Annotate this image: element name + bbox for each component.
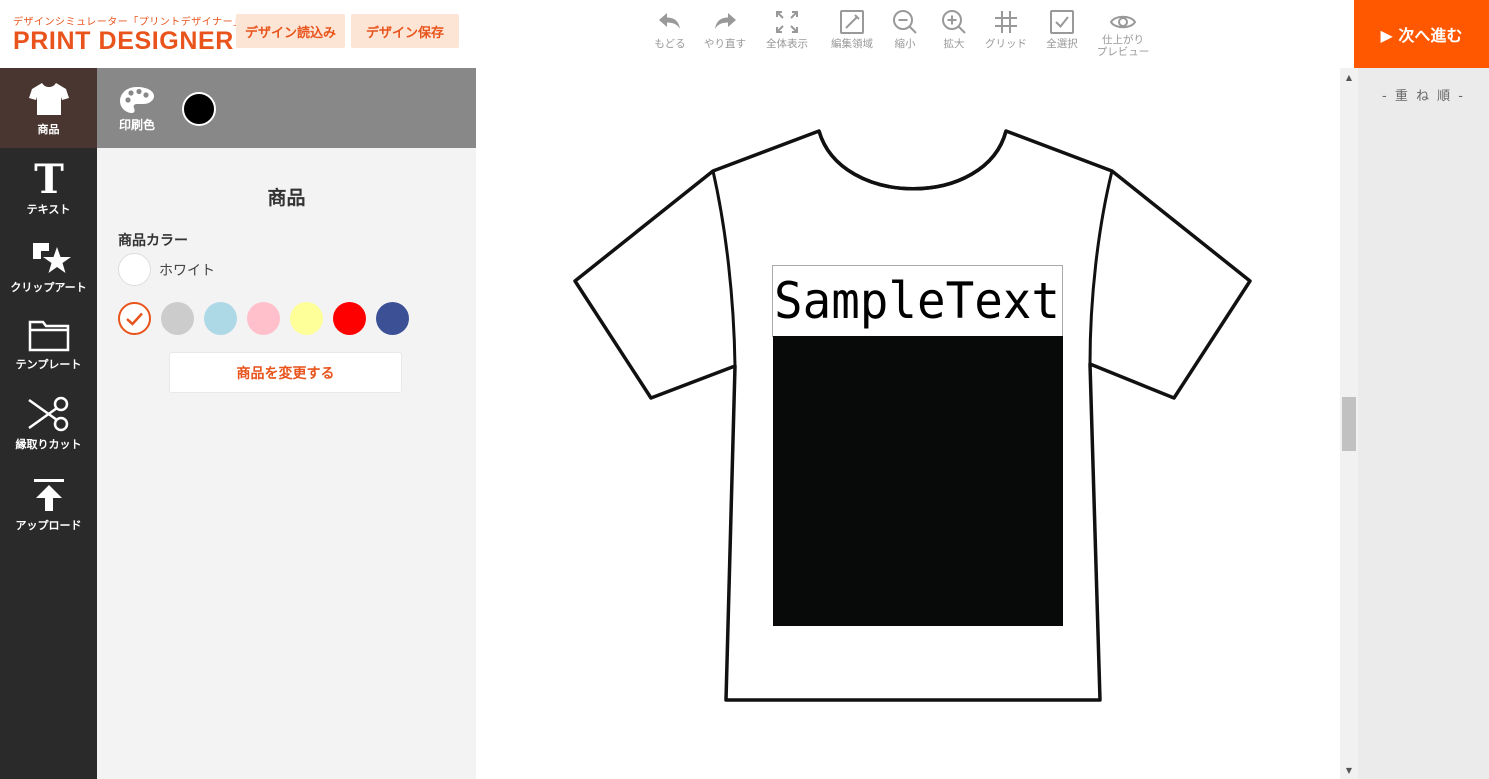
zoom-in-button[interactable]: 拡大 xyxy=(930,8,978,64)
nav-label-cutout: 縁取りカット xyxy=(15,438,82,451)
zoom-out-button[interactable]: 縮小 xyxy=(880,8,930,64)
color-swatch[interactable] xyxy=(376,302,409,335)
preview-button[interactable]: 仕上がり プレビュー xyxy=(1090,8,1156,64)
change-product-button[interactable]: 商品を変更する xyxy=(169,352,402,393)
load-design-button[interactable]: デザイン読込み xyxy=(236,14,345,48)
design-black-block[interactable] xyxy=(773,336,1063,626)
canvas-scrollbar[interactable]: ▲ ▼ xyxy=(1340,68,1358,779)
nav-item-product[interactable]: 商品 xyxy=(0,68,97,148)
print-color-bar: 印刷色 xyxy=(97,68,476,148)
fit-view-label: 全体表示 xyxy=(766,38,808,50)
tshirt-mockup: SampleText xyxy=(573,129,1252,702)
nav-item-text[interactable]: T テキスト xyxy=(0,148,97,228)
scissors-icon xyxy=(27,396,68,432)
design-canvas[interactable]: SampleText xyxy=(476,68,1340,779)
redo-label: やり直す xyxy=(704,38,746,50)
svg-text:T: T xyxy=(34,159,64,199)
print-color-label: 印刷色 xyxy=(118,118,155,132)
logo[interactable]: デザインシミュレーター「プリントデザイナー」 PRINT DESIGNER xyxy=(13,13,244,56)
scroll-down-arrow-icon[interactable]: ▼ xyxy=(1340,763,1358,777)
toolbar: もどる やり直す 全体表示 編集領域 縮小 拡大 グリッド 全選択 仕上がり プ… xyxy=(640,8,1156,64)
zoom-in-icon xyxy=(942,10,966,34)
check-icon xyxy=(126,312,143,326)
nav-label-text: テキスト xyxy=(26,203,71,216)
nav-item-template[interactable]: テンプレート xyxy=(0,304,97,382)
zoom-out-label: 縮小 xyxy=(894,38,916,50)
nav-item-clipart[interactable]: クリップアート xyxy=(0,228,97,304)
folder-icon xyxy=(28,320,69,352)
layer-order-title: - 重 ね 順 - xyxy=(1382,89,1465,104)
current-color-swatch xyxy=(118,253,151,286)
tshirt-icon xyxy=(28,83,69,115)
header: デザインシミュレーター「プリントデザイナー」 PRINT DESIGNER デザ… xyxy=(0,0,1489,68)
nav-item-cutout[interactable]: 縁取りカット xyxy=(0,382,97,464)
undo-button[interactable]: もどる xyxy=(640,8,700,64)
current-color-name: ホワイト xyxy=(159,262,215,279)
color-swatches xyxy=(118,302,419,335)
select-all-label: 全選択 xyxy=(1046,38,1078,50)
scrollbar-thumb[interactable] xyxy=(1342,397,1356,451)
grid-label: グリッド xyxy=(985,38,1027,50)
undo-label: もどる xyxy=(654,38,686,50)
print-color-swatch[interactable] xyxy=(182,92,216,126)
redo-button[interactable]: やり直す xyxy=(700,8,750,64)
select-all-button[interactable]: 全選択 xyxy=(1034,8,1090,64)
next-step-button[interactable]: ▶ 次へ進む xyxy=(1354,0,1489,68)
panel-title: 商品 xyxy=(267,187,306,209)
color-swatch[interactable] xyxy=(161,302,194,335)
color-swatch[interactable] xyxy=(247,302,280,335)
edit-area-button[interactable]: 編集領域 xyxy=(824,8,880,64)
print-color-picker[interactable]: 印刷色 xyxy=(117,84,157,133)
edit-area-label: 編集領域 xyxy=(831,38,873,50)
expand-icon xyxy=(776,11,798,33)
nav-item-upload[interactable]: アップロード xyxy=(0,464,97,544)
grid-icon xyxy=(995,11,1017,33)
nav-label-product: 商品 xyxy=(37,123,60,136)
grid-button[interactable]: グリッド xyxy=(978,8,1034,64)
logo-title: PRINT DESIGNER xyxy=(13,27,234,55)
undo-icon xyxy=(659,13,680,29)
product-panel: 印刷色 商品 商品カラー ホワイト 商品を変更する xyxy=(97,68,476,779)
checkbox-icon xyxy=(1050,10,1074,34)
nav-label-template: テンプレート xyxy=(15,358,82,371)
color-swatch[interactable] xyxy=(290,302,323,335)
logo-subtitle: デザインシミュレーター「プリントデザイナー」 xyxy=(13,17,244,28)
zoom-in-label: 拡大 xyxy=(943,38,965,50)
app-root: デザインシミュレーター「プリントデザイナー」 PRINT DESIGNER デザ… xyxy=(0,0,1489,779)
upload-icon xyxy=(33,479,64,511)
layer-panel: - 重 ね 順 - xyxy=(1358,68,1489,779)
preview-label: 仕上がり プレビュー xyxy=(1096,34,1150,58)
clipart-icon xyxy=(32,243,71,273)
edit-area-icon xyxy=(840,10,864,34)
nav-label-clipart: クリップアート xyxy=(10,281,87,294)
fit-view-button[interactable]: 全体表示 xyxy=(750,8,824,64)
nav-label-upload: アップロード xyxy=(15,519,82,532)
scroll-up-arrow-icon[interactable]: ▲ xyxy=(1340,70,1358,84)
save-design-button[interactable]: デザイン保存 xyxy=(351,14,459,48)
redo-icon xyxy=(715,13,736,29)
color-swatch-selected[interactable] xyxy=(118,302,151,335)
zoom-out-icon xyxy=(893,10,917,34)
eye-icon xyxy=(1109,15,1137,29)
current-product-color: ホワイト xyxy=(118,253,215,286)
product-color-heading: 商品カラー xyxy=(118,233,188,249)
design-text[interactable]: SampleText xyxy=(774,272,1060,330)
text-icon: T xyxy=(34,159,64,199)
color-swatch[interactable] xyxy=(204,302,237,335)
color-swatch[interactable] xyxy=(333,302,366,335)
left-nav: 商品 T テキスト クリップアート テンプレート 縁取りカット アップロード xyxy=(0,68,97,779)
palette-icon xyxy=(120,87,154,113)
